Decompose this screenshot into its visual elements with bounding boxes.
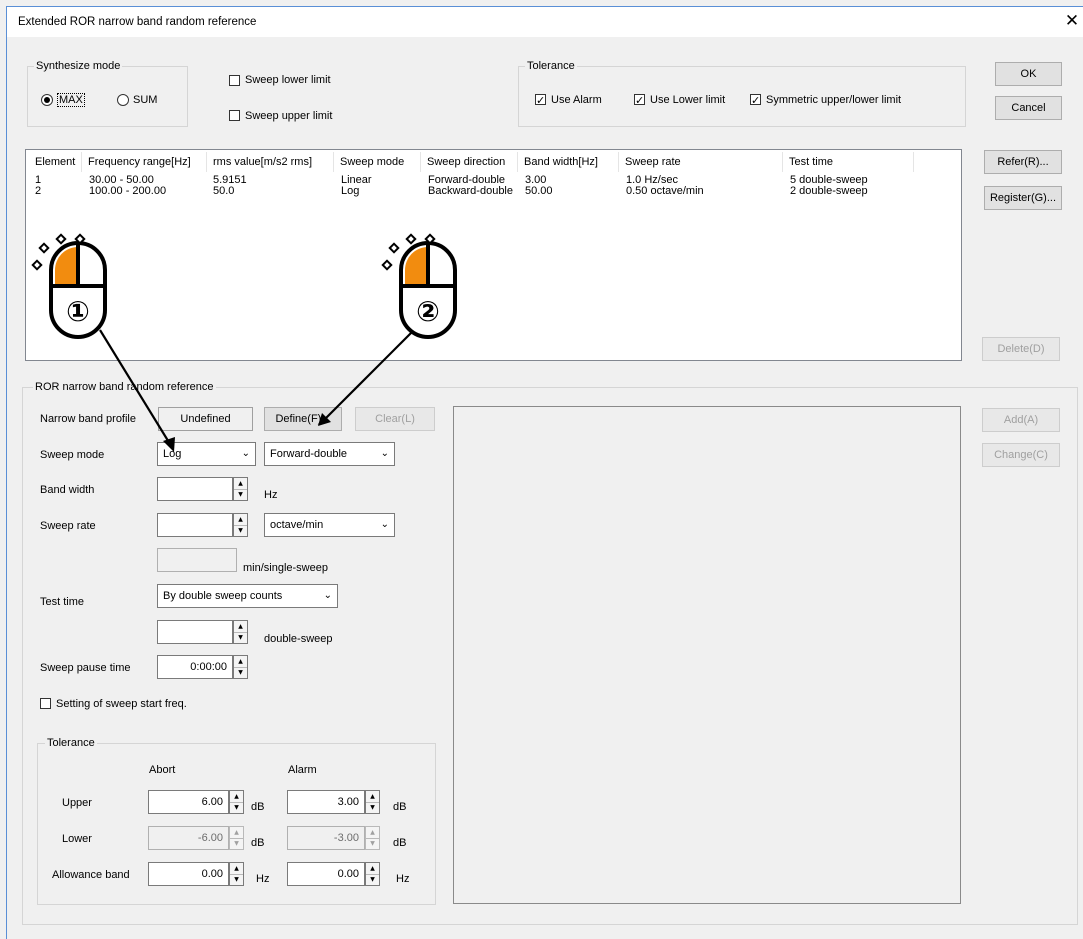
- arrow-to-sweep-mode: [99, 329, 175, 452]
- arrow-to-define-button: [318, 331, 413, 426]
- step-2-label: ②: [416, 295, 440, 328]
- annotation-overlay: ① ②: [31, 233, 457, 452]
- step-1-label: ①: [66, 295, 90, 328]
